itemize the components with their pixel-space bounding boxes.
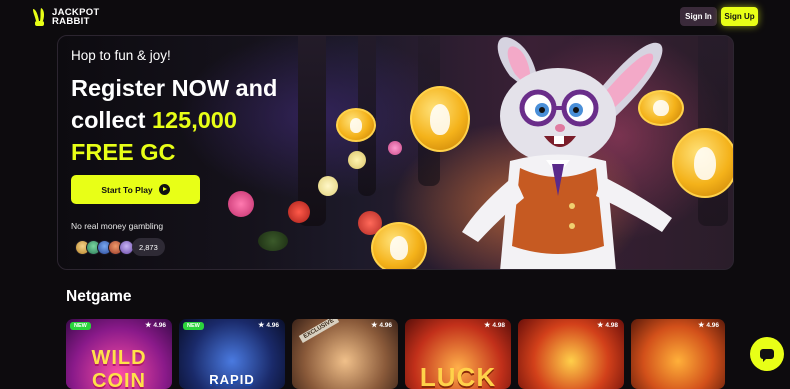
sign-in-button[interactable]: Sign In — [680, 7, 717, 26]
star-icon: ★ — [698, 322, 705, 329]
flower — [348, 151, 366, 169]
game-title-art: LUCK — [419, 362, 497, 389]
star-icon: ★ — [484, 322, 491, 329]
game-rating: ★ 4.96 — [145, 321, 166, 330]
rabbit-mascot-illustration — [462, 37, 672, 269]
flower — [318, 176, 338, 196]
game-rating: ★ 4.98 — [597, 321, 618, 330]
hero-title-amount: 125,000 — [151, 107, 237, 133]
chat-bubble-icon — [760, 349, 774, 362]
chat-support-button[interactable] — [750, 337, 784, 371]
section-title-netgame: Netgame — [66, 288, 132, 305]
player-avatars: 2,873 — [75, 238, 165, 256]
star-icon: ★ — [145, 322, 152, 329]
hero-title-line-2: collect 125,000 — [71, 104, 321, 136]
exclusive-ribbon: EXCLUSIVE — [298, 319, 340, 343]
gold-coin-icon — [371, 222, 427, 269]
star-icon: ★ — [258, 322, 265, 329]
hero-banner: Hop to fun & joy! Register NOW and colle… — [57, 35, 734, 270]
game-rating: ★ 4.96 — [371, 321, 392, 330]
sign-up-button[interactable]: Sign Up — [721, 7, 758, 26]
game-tile[interactable]: ★ 4.98 LUCK — [405, 319, 511, 389]
flower — [228, 191, 254, 217]
game-tile[interactable]: ★ 4.96 EXCLUSIVE — [292, 319, 398, 389]
game-rating: ★ 4.96 — [698, 321, 719, 330]
game-title-art: RAPID — [209, 372, 255, 387]
foliage — [258, 231, 288, 251]
hero-title-line-1: Register NOW and — [71, 75, 278, 101]
flower — [288, 201, 310, 223]
players-count: 2,873 — [132, 238, 165, 256]
game-rating-value: 4.96 — [379, 321, 392, 329]
rabbit-ears-logo-icon — [33, 8, 45, 26]
game-rating: ★ 4.98 — [484, 321, 505, 330]
game-tile[interactable]: ★ 4.96 — [631, 319, 725, 389]
hero-subtitle: Hop to fun & joy! — [71, 48, 171, 63]
jackpot-rabbit-logo[interactable]: JACKPOT RABBIT — [31, 7, 100, 27]
hero-text-block: Hop to fun & joy! Register NOW and colle… — [71, 48, 321, 168]
logo-text: JACKPOT RABBIT — [52, 8, 100, 27]
game-rating-value: 4.96 — [706, 321, 719, 329]
game-tile[interactable]: NEW ★ 4.96 WILD COIN — [66, 319, 172, 389]
game-tiles-row: NEW ★ 4.96 WILD COIN NEW ★ 4.96 RAPID ★ 4.9… — [66, 319, 725, 389]
game-rating-value: 4.96 — [153, 321, 166, 329]
star-icon: ★ — [597, 322, 604, 329]
game-rating-value: 4.98 — [605, 321, 618, 329]
start-to-play-button[interactable]: Start To Play — [71, 175, 200, 204]
star-icon: ★ — [371, 322, 378, 329]
flower — [388, 141, 402, 155]
hero-title: Register NOW and collect 125,000 FREE GC — [71, 72, 321, 168]
game-rating-value: 4.96 — [266, 321, 279, 329]
hero-title-line-3: FREE GC — [71, 139, 176, 165]
new-badge: NEW — [183, 322, 204, 330]
logo-line-2: RABBIT — [52, 16, 90, 27]
game-tile[interactable]: ★ 4.98 — [518, 319, 624, 389]
hero-title-prefix: collect — [71, 107, 152, 133]
game-tile[interactable]: NEW ★ 4.96 RAPID — [179, 319, 285, 389]
no-real-money-disclaimer: No real money gambling — [71, 221, 164, 231]
new-badge: NEW — [70, 322, 91, 330]
game-rating: ★ 4.96 — [258, 321, 279, 330]
game-rating-value: 4.98 — [492, 321, 505, 329]
gold-coin-icon — [336, 108, 376, 142]
play-icon — [158, 184, 170, 195]
start-to-play-label: Start To Play — [101, 184, 153, 195]
game-title-art: WILD COIN — [91, 347, 147, 389]
top-header: JACKPOT RABBIT Sign In Sign Up — [0, 0, 790, 34]
